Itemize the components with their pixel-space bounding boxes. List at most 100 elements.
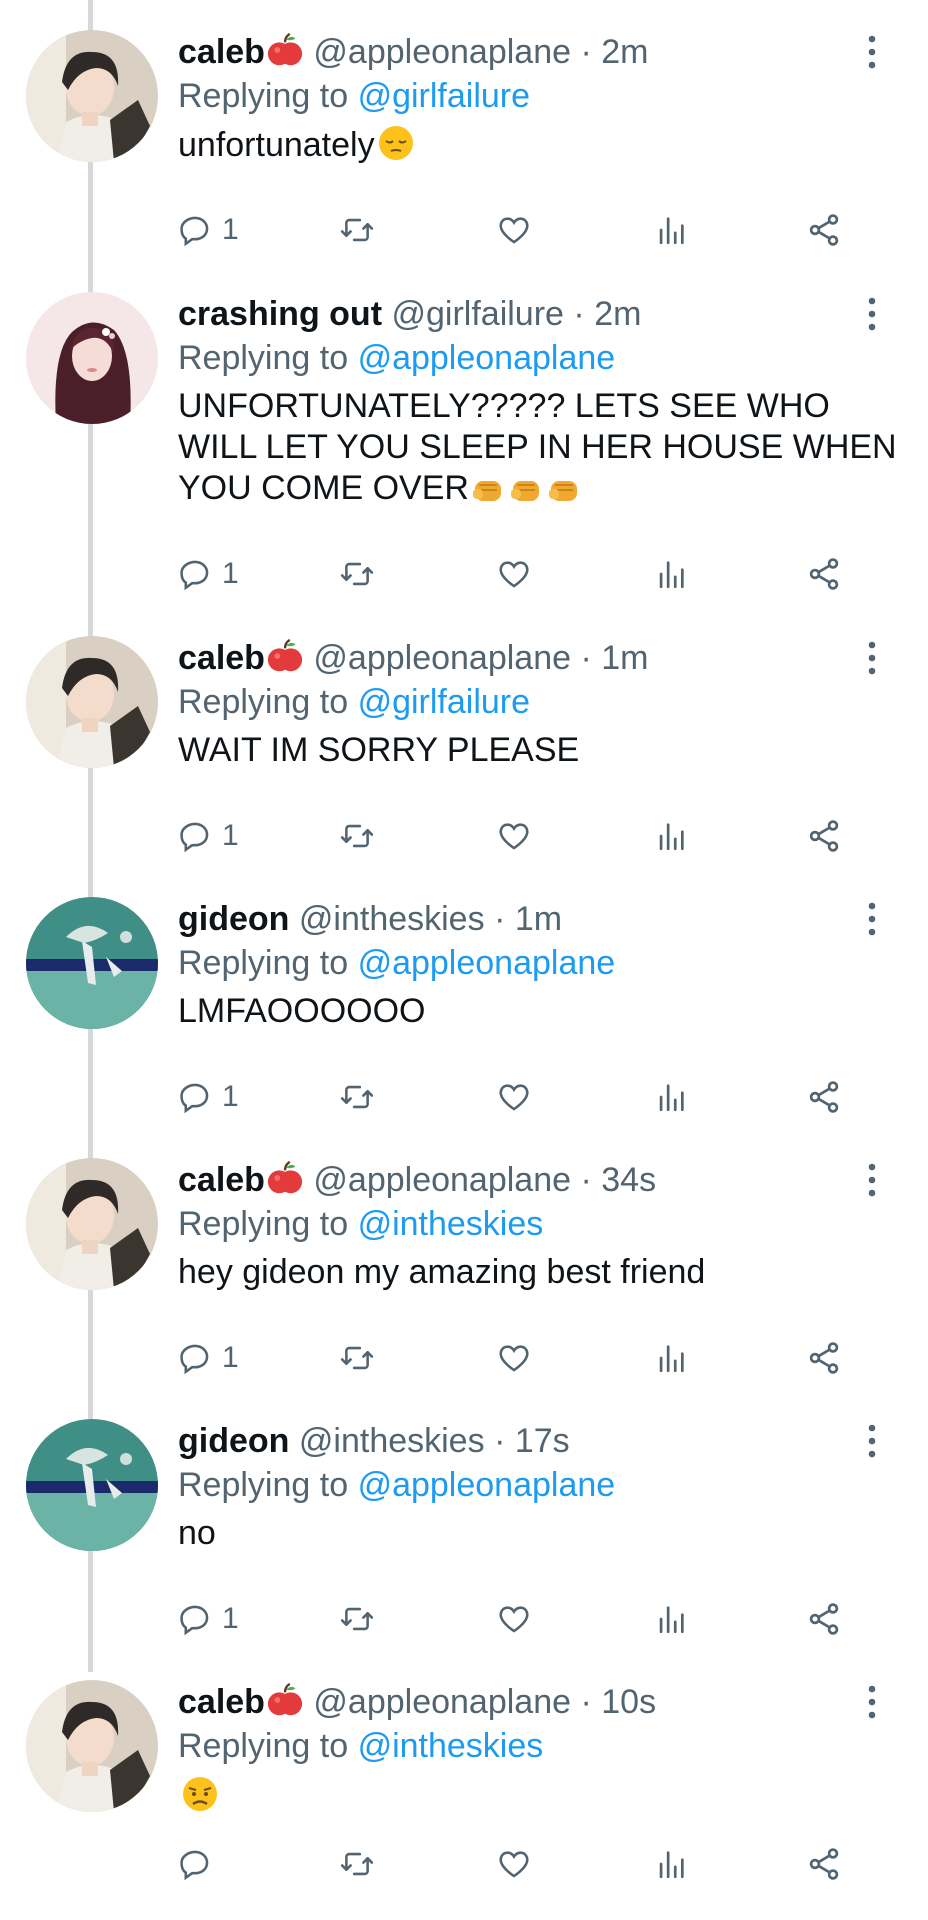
timestamp[interactable]: 1m [601, 639, 648, 677]
user-handle[interactable]: @intheskies [299, 1422, 485, 1460]
reply-button[interactable]: 1 [178, 1336, 239, 1380]
reply-mention-link[interactable]: @intheskies [358, 1727, 544, 1765]
replying-to-label: Replying to [178, 1727, 349, 1765]
reply-button[interactable]: 1 [178, 1597, 239, 1641]
share-button[interactable] [806, 1075, 842, 1119]
views-button[interactable] [654, 1336, 688, 1380]
tweet-header: caleb @appleonaplane · 34s [178, 1158, 656, 1202]
tweet-text-content: unfortunately [178, 126, 375, 164]
tweet-actions [178, 1842, 878, 1886]
display-name[interactable]: gideon [178, 900, 289, 938]
share-button[interactable] [806, 208, 842, 252]
reply-mention-link[interactable]: @appleonaplane [358, 1466, 616, 1504]
disappointed-emoji-icon [178, 1777, 220, 1816]
display-name[interactable]: gideon [178, 1422, 289, 1460]
user-handle[interactable]: @girlfailure [391, 295, 563, 333]
retweet-icon [338, 819, 376, 853]
replying-to-label: Replying to [178, 683, 349, 721]
more-options-icon[interactable] [866, 901, 878, 937]
separator: · [580, 1683, 592, 1721]
more-options-icon[interactable] [866, 296, 878, 332]
views-button[interactable] [654, 1842, 688, 1886]
more-options-icon[interactable] [866, 34, 878, 70]
display-name[interactable]: caleb [178, 1683, 265, 1721]
share-button[interactable] [806, 814, 842, 858]
tweet-actions: 1 [178, 208, 878, 252]
like-button[interactable] [496, 814, 532, 858]
replying-to: Replying to @intheskies [178, 1202, 543, 1246]
tweet-text-content: WAIT IM SORRY PLEASE [178, 731, 580, 769]
retweet-button[interactable] [338, 1597, 376, 1641]
retweet-button[interactable] [338, 1336, 376, 1380]
user-handle[interactable]: @intheskies [299, 900, 485, 938]
timestamp[interactable]: 2m [601, 33, 648, 71]
share-button[interactable] [806, 1336, 842, 1380]
separator: · [580, 639, 592, 677]
display-name[interactable]: caleb [178, 33, 265, 71]
reply-mention-link[interactable]: @appleonaplane [358, 944, 616, 982]
reply-icon [178, 1847, 212, 1881]
tweet-header: caleb @appleonaplane · 10s [178, 1680, 656, 1724]
like-button[interactable] [496, 208, 532, 252]
views-button[interactable] [654, 814, 688, 858]
avatar[interactable] [26, 1158, 158, 1290]
user-handle[interactable]: @appleonaplane [313, 33, 571, 71]
user-handle[interactable]: @appleonaplane [313, 639, 571, 677]
share-icon [806, 556, 842, 592]
like-button[interactable] [496, 1336, 532, 1380]
heart-icon [496, 213, 532, 247]
more-options-icon[interactable] [866, 1423, 878, 1459]
avatar[interactable] [26, 1419, 158, 1551]
more-options-icon[interactable] [866, 640, 878, 676]
tweet-text: UNFORTUNATELY????? LETS SEE WHO WILL LET… [178, 386, 898, 509]
more-options-icon[interactable] [866, 1684, 878, 1720]
avatar[interactable] [26, 30, 158, 162]
avatar[interactable] [26, 636, 158, 768]
views-button[interactable] [654, 208, 688, 252]
views-button[interactable] [654, 1597, 688, 1641]
views-button[interactable] [654, 1075, 688, 1119]
reply-button[interactable]: 1 [178, 552, 239, 596]
reply-mention-link[interactable]: @girlfailure [358, 683, 530, 721]
user-handle[interactable]: @appleonaplane [313, 1683, 571, 1721]
retweet-button[interactable] [338, 552, 376, 596]
timestamp[interactable]: 1m [515, 900, 562, 938]
reply-mention-link[interactable]: @girlfailure [358, 77, 530, 115]
heart-icon [496, 819, 532, 853]
reply-button[interactable] [178, 1842, 222, 1886]
avatar[interactable] [26, 1680, 158, 1812]
reply-mention-link[interactable]: @appleonaplane [358, 339, 616, 377]
display-name[interactable]: crashing out [178, 295, 382, 333]
share-button[interactable] [806, 1597, 842, 1641]
share-icon [806, 1846, 842, 1882]
like-button[interactable] [496, 1597, 532, 1641]
more-options-icon[interactable] [866, 1162, 878, 1198]
timestamp[interactable]: 10s [601, 1683, 656, 1721]
retweet-button[interactable] [338, 1842, 376, 1886]
timestamp[interactable]: 34s [601, 1161, 656, 1199]
timestamp[interactable]: 17s [515, 1422, 570, 1460]
display-name[interactable]: caleb [178, 1161, 265, 1199]
views-button[interactable] [654, 552, 688, 596]
reply-button[interactable]: 1 [178, 814, 239, 858]
retweet-button[interactable] [338, 208, 376, 252]
avatar[interactable] [26, 897, 158, 1029]
reply-button[interactable]: 1 [178, 208, 239, 252]
like-button[interactable] [496, 1075, 532, 1119]
tweet-text [178, 1774, 898, 1818]
avatar[interactable] [26, 292, 158, 424]
user-handle[interactable]: @appleonaplane [313, 1161, 571, 1199]
reply-icon [178, 819, 212, 853]
share-button[interactable] [806, 1842, 842, 1886]
replying-to-label: Replying to [178, 77, 349, 115]
share-button[interactable] [806, 552, 842, 596]
retweet-button[interactable] [338, 814, 376, 858]
reply-button[interactable]: 1 [178, 1075, 239, 1119]
retweet-button[interactable] [338, 1075, 376, 1119]
replying-to: Replying to @appleonaplane [178, 1463, 615, 1507]
timestamp[interactable]: 2m [594, 295, 641, 333]
display-name[interactable]: caleb [178, 639, 265, 677]
like-button[interactable] [496, 1842, 532, 1886]
reply-mention-link[interactable]: @intheskies [358, 1205, 544, 1243]
like-button[interactable] [496, 552, 532, 596]
